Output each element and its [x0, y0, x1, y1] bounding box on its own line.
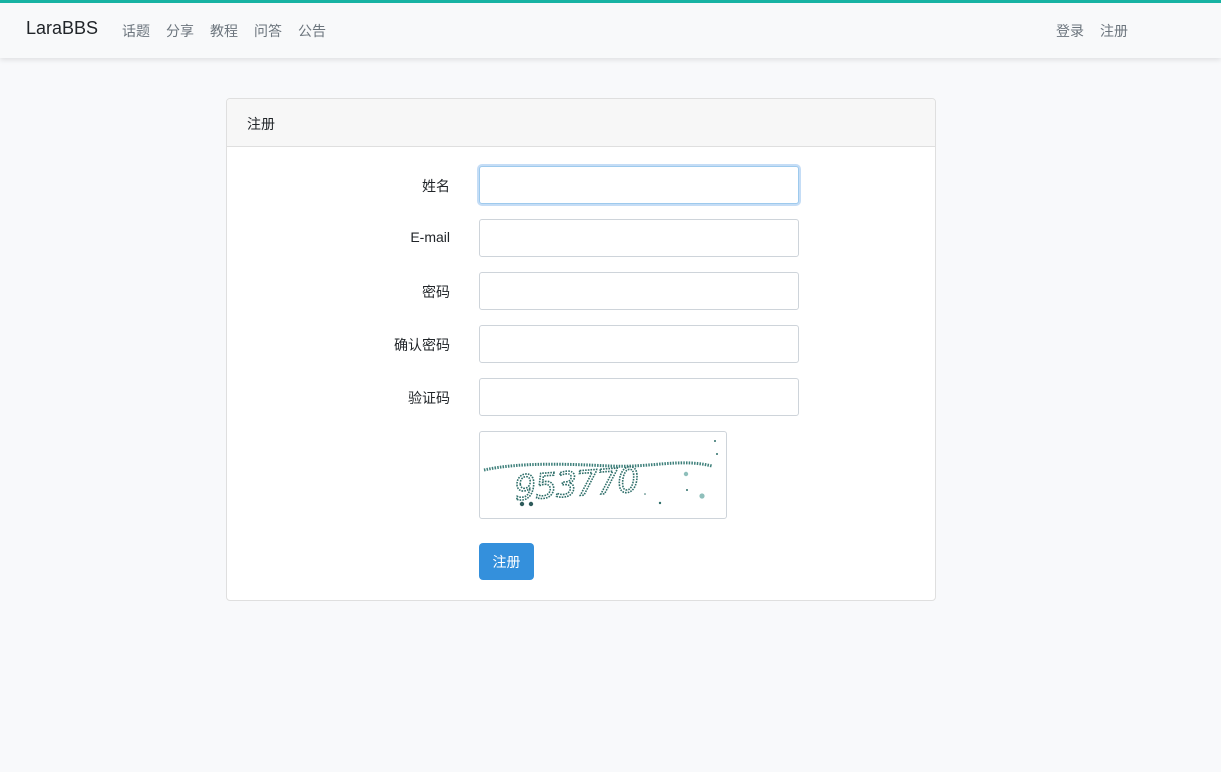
register-link[interactable]: 注册: [1100, 21, 1128, 41]
name-input[interactable]: [479, 166, 799, 204]
name-row: 姓名: [227, 166, 937, 204]
nav-item-tutorials[interactable]: 教程: [210, 21, 238, 41]
login-link[interactable]: 登录: [1056, 21, 1084, 41]
nav-item-qa[interactable]: 问答: [254, 21, 282, 41]
captcha-row: 验证码: [227, 378, 937, 416]
main-nav: 话题 分享 教程 问答 公告: [122, 21, 342, 41]
register-submit-button[interactable]: 注册: [479, 543, 534, 580]
top-navbar: LaraBBS 话题 分享 教程 问答 公告 登录 注册: [0, 0, 1221, 58]
nav-item-share[interactable]: 分享: [166, 21, 194, 41]
captcha-text: 953770: [513, 460, 639, 509]
email-label: E-mail: [410, 229, 450, 245]
captcha-graphic: 953770: [483, 440, 718, 510]
auth-nav: 登录 注册: [1056, 21, 1144, 41]
password-label: 密码: [422, 284, 450, 300]
email-row: E-mail: [227, 219, 937, 257]
email-input[interactable]: [479, 219, 799, 257]
password-row: 密码: [227, 272, 937, 310]
captcha-label: 验证码: [408, 390, 450, 406]
captcha-image[interactable]: 953770: [479, 431, 727, 519]
brand-logo-link[interactable]: LaraBBS: [26, 18, 98, 39]
name-label: 姓名: [422, 178, 450, 194]
register-card: 注册 姓名 E-mail 密码 确认密码 验证码 953770 注册: [226, 98, 936, 601]
confirm-password-input[interactable]: [479, 325, 799, 363]
confirm-password-row: 确认密码: [227, 325, 937, 363]
confirm-password-label: 确认密码: [394, 337, 450, 353]
card-title: 注册: [227, 99, 935, 147]
captcha-input[interactable]: [479, 378, 799, 416]
password-input[interactable]: [479, 272, 799, 310]
nav-item-topics[interactable]: 话题: [122, 21, 150, 41]
nav-item-announcements[interactable]: 公告: [298, 21, 326, 41]
